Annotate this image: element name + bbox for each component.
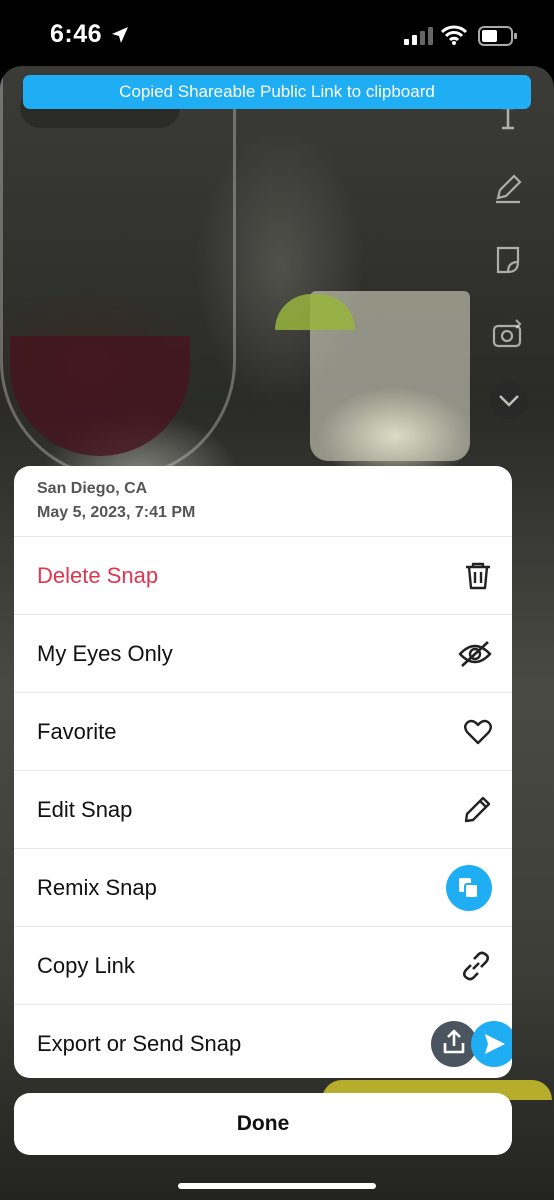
wifi-icon [441,25,467,45]
location-arrow-icon [112,27,128,43]
copy-link-option[interactable]: Copy Link [14,927,512,1005]
home-indicator [178,1183,376,1189]
snap-info-header: San Diego, CA May 5, 2023, 7:41 PM [14,466,512,537]
trash-icon [466,562,490,589]
remix-snap-option[interactable]: Remix Snap [14,849,512,927]
edit-snap-label: Edit Snap [37,796,133,822]
favorite-option[interactable]: Favorite [14,693,512,771]
my-eyes-only-label: My Eyes Only [37,640,173,666]
status-time: 6:46 [50,20,103,48]
edit-snap-option[interactable]: Edit Snap [14,771,512,849]
link-icon [462,951,490,980]
remix-icon [446,864,492,911]
cellular-signal-icon [404,27,433,45]
pencil-icon [464,796,491,822]
snap-datetime: May 5, 2023, 7:41 PM [37,504,196,521]
export-send-option[interactable]: Export or Send Snap [14,1005,512,1078]
export-send-icons [431,1020,512,1067]
camera-flip-icon[interactable] [490,316,526,352]
status-bar: 6:46 [0,0,554,70]
delete-snap-label: Delete Snap [37,562,159,588]
snap-location: San Diego, CA [37,480,148,497]
heart-icon [464,719,492,744]
draw-tool-icon[interactable] [490,170,526,206]
delete-snap-option[interactable]: Delete Snap [14,537,512,615]
copied-link-toast: Copied Shareable Public Link to clipboar… [23,75,531,109]
done-button[interactable]: Done [14,1093,512,1155]
sticker-tool-icon[interactable] [490,242,526,278]
my-eyes-only-option[interactable]: My Eyes Only [14,615,512,693]
more-tools-chevron-icon[interactable] [488,381,530,419]
send-icon[interactable] [471,1020,512,1067]
battery-icon [478,26,517,46]
remix-snap-label: Remix Snap [37,874,157,900]
export-send-label: Export or Send Snap [37,1030,242,1056]
favorite-label: Favorite [37,718,117,744]
snap-options-sheet: San Diego, CA May 5, 2023, 7:41 PM Delet… [14,466,512,1078]
eye-slash-icon [458,640,492,667]
copy-link-label: Copy Link [37,952,135,978]
